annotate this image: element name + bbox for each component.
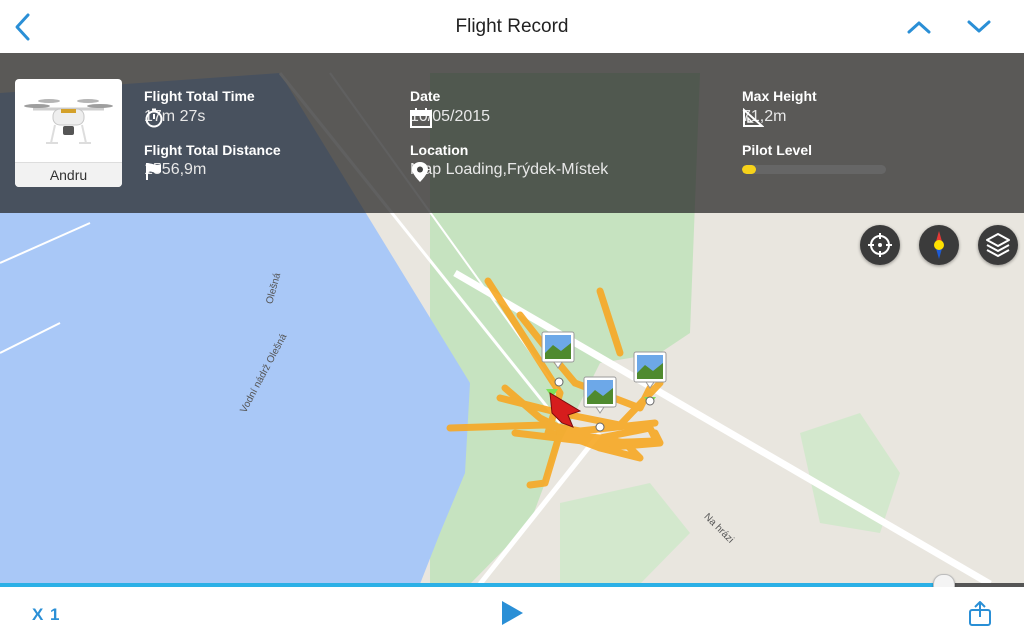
date-label: Date <box>410 88 441 104</box>
flight-map[interactable]: Olešná Vodní nádrž Olešná Na hrázi Andru… <box>0 53 1024 584</box>
locate-button[interactable] <box>860 225 900 265</box>
layers-button[interactable] <box>978 225 1018 265</box>
page-title: Flight Record <box>455 16 569 37</box>
total-time-value-row: 17m 27s <box>144 108 205 128</box>
playback-speed-button[interactable]: X 1 <box>32 605 61 625</box>
location-value-row: Map Loading,Frýdek-Místek <box>410 161 609 182</box>
max-height-value-row: 71,2m <box>742 108 786 127</box>
share-icon <box>969 601 991 626</box>
aircraft-thumbnail: Andru <box>15 79 122 187</box>
total-distance-value-row: 1556,9m <box>144 161 206 180</box>
pilot-level-label: Pilot Level <box>742 142 813 158</box>
stopwatch-icon <box>145 108 163 128</box>
top-bar: Flight Record <box>0 0 1024 54</box>
locate-icon <box>868 233 892 257</box>
max-height-label: Max Height <box>742 88 817 104</box>
total-time-label: Flight Total Time <box>144 88 255 104</box>
photo-pin[interactable] <box>541 331 575 369</box>
pilot-level-bar <box>742 165 886 174</box>
compass-button[interactable] <box>919 225 959 265</box>
photo-point-dot <box>554 377 564 387</box>
location-value: Map Loading,Frýdek-Místek <box>410 161 609 178</box>
date-value-row: 10/05/2015 <box>410 108 490 128</box>
chevron-down-icon <box>967 20 991 33</box>
next-record-button[interactable] <box>964 15 994 39</box>
photo-point-dot <box>645 396 655 406</box>
layers-icon <box>986 233 1010 257</box>
flight-info-panel: Andru Flight Total Time 17m 27s Flight T… <box>0 53 1024 213</box>
park-area <box>560 483 690 584</box>
calendar-icon <box>410 108 432 128</box>
play-button[interactable] <box>498 599 526 627</box>
photo-pin[interactable] <box>583 376 617 414</box>
photo-pin[interactable] <box>633 351 667 389</box>
chevron-up-icon <box>907 21 931 34</box>
location-label: Location <box>410 142 469 158</box>
bottom-bar: X 1 <box>0 587 1024 640</box>
play-icon <box>502 601 523 625</box>
compass-icon <box>934 231 944 259</box>
photo-point-dot <box>595 422 605 432</box>
previous-record-button[interactable] <box>904 15 934 39</box>
triangle-ruler-icon <box>743 108 764 127</box>
flag-icon <box>146 163 161 180</box>
pilot-level-fill <box>742 165 757 174</box>
total-distance-label: Flight Total Distance <box>144 142 281 158</box>
park-area <box>800 413 900 533</box>
location-pin-icon <box>412 162 428 182</box>
aircraft-name: Andru <box>15 162 122 187</box>
share-button[interactable] <box>966 599 994 627</box>
drone-icon <box>24 99 113 144</box>
